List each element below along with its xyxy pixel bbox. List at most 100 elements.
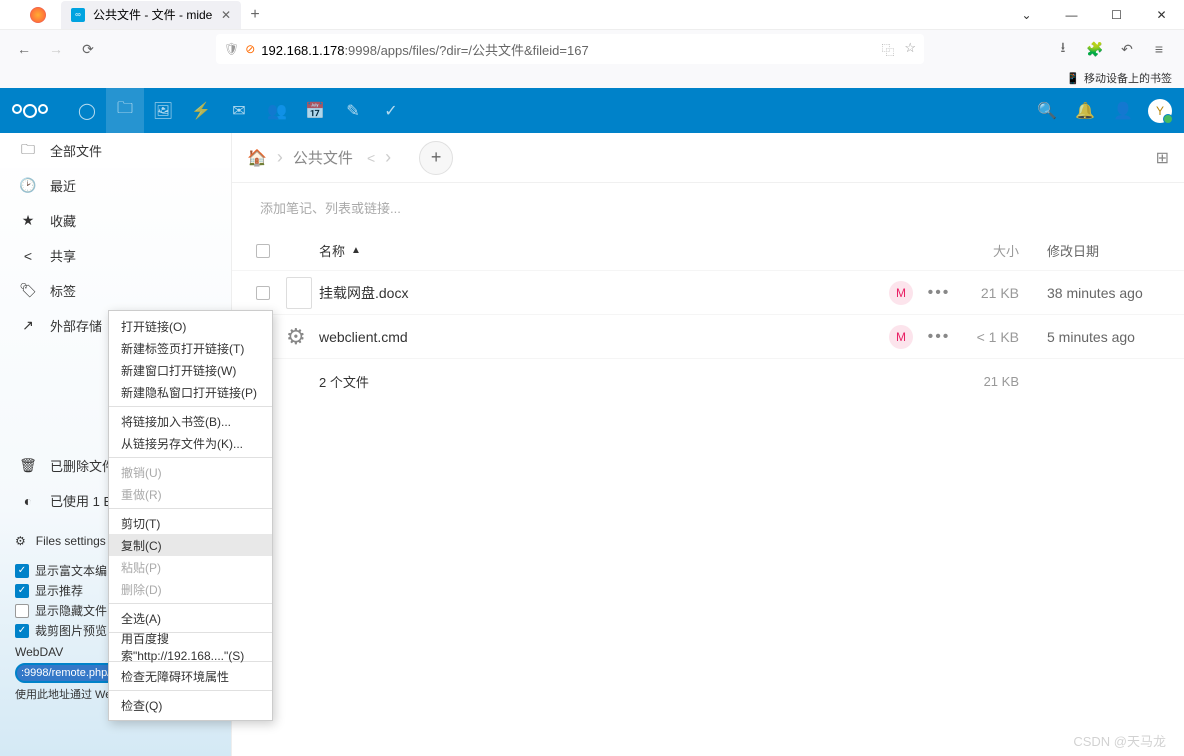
ctx-select-all[interactable]: 全选(A) <box>109 607 272 629</box>
more-actions-button[interactable]: ••• <box>919 328 959 346</box>
sidebar-item-recent[interactable]: 🕑 最近 <box>0 168 231 203</box>
ctx-cut[interactable]: 剪切(T) <box>109 512 272 534</box>
file-name[interactable]: 挂载网盘.docx <box>319 283 883 303</box>
separator <box>109 603 272 604</box>
library-icon[interactable]: ↶ <box>1112 35 1142 63</box>
ctx-open-link[interactable]: 打开链接(O) <box>109 315 272 337</box>
search-icon[interactable]: 🔍 <box>1028 88 1066 133</box>
app-files[interactable]: 🗀 <box>106 88 144 133</box>
sidebar-item-tags[interactable]: 🏷 标签 <box>0 273 231 308</box>
reload-button[interactable]: ⟳ <box>74 35 102 63</box>
select-all-checkbox[interactable] <box>247 244 279 258</box>
document-icon <box>286 277 312 309</box>
breadcrumb-current[interactable]: 公共文件 <box>293 147 353 168</box>
app-activity[interactable]: ⚡ <box>182 88 220 133</box>
app-nav: ◯ 🗀 🖼 ⚡ ✉ 👥 📅 ✎ ✓ <box>68 88 410 133</box>
file-list-header: 名称 ▲ 大小 修改日期 <box>232 231 1184 271</box>
file-name[interactable]: webclient.cmd <box>319 329 883 345</box>
app-header: ◯ 🗀 🖼 ⚡ ✉ 👥 📅 ✎ ✓ 🔍 🔔 👤 Y <box>0 88 1184 133</box>
url-actions: ⿻ ☆ <box>881 40 916 59</box>
app-photos[interactable]: 🖼 <box>144 88 182 133</box>
file-content: 🏠 › 公共文件 < › + ⊞ 添加笔记、列表或链接... 名称 ▲ 大小 修… <box>232 133 1184 756</box>
checkbox-icon <box>15 604 29 618</box>
sidebar-item-shares[interactable]: < 共享 <box>0 238 231 273</box>
contacts-icon[interactable]: 👤 <box>1104 88 1142 133</box>
ctx-new-tab[interactable]: 新建标签页打开链接(T) <box>109 337 272 359</box>
file-date: 38 minutes ago <box>1029 285 1169 301</box>
file-row[interactable]: 挂载网盘.docx M ••• 21 KB 38 minutes ago <box>232 271 1184 315</box>
ctx-new-private[interactable]: 新建隐私窗口打开链接(P) <box>109 381 272 403</box>
browser-tab[interactable]: ∞ 公共文件 - 文件 - mide ✕ <box>61 1 241 29</box>
bookmark-star-icon[interactable]: ☆ <box>904 40 916 59</box>
share-avatar[interactable]: M <box>889 325 913 349</box>
app-contacts[interactable]: 👥 <box>258 88 296 133</box>
window-controls: ⌄ — ☐ ✕ <box>1004 0 1184 30</box>
bookmark-mobile[interactable]: 📱 移动设备上的书签 <box>1066 70 1172 86</box>
ctx-search[interactable]: 用百度搜索"http://192.168...."(S) <box>109 636 272 658</box>
share-icon[interactable]: < <box>367 150 375 166</box>
separator <box>109 690 272 691</box>
minimize-button[interactable]: — <box>1049 0 1094 30</box>
sidebar-item-favorites[interactable]: ★ 收藏 <box>0 203 231 238</box>
app-dashboard[interactable]: ◯ <box>68 88 106 133</box>
avatar[interactable]: Y <box>1148 99 1172 123</box>
share-icon: < <box>20 248 36 264</box>
file-size: 21 KB <box>959 285 1029 301</box>
home-icon[interactable]: 🏠 <box>247 148 267 168</box>
checkbox-icon: ✓ <box>15 564 29 578</box>
mobile-icon: 📱 <box>1066 72 1080 85</box>
url-text: 192.168.1.178:9998/apps/files/?dir=/公共文件… <box>261 40 588 59</box>
nextcloud-logo-icon[interactable] <box>12 104 48 118</box>
share-avatar[interactable]: M <box>889 281 913 305</box>
menu-icon[interactable]: ≡ <box>1144 35 1174 63</box>
sidebar-item-all-files[interactable]: 🗀 全部文件 <box>0 133 231 168</box>
chevron-right-icon: › <box>385 147 391 168</box>
grid-view-icon[interactable]: ⊞ <box>1156 148 1169 168</box>
ctx-a11y[interactable]: 检查无障碍环境属性 <box>109 665 272 687</box>
ctx-bookmark[interactable]: 将链接加入书签(B)... <box>109 410 272 432</box>
checkbox-icon: ✓ <box>15 584 29 598</box>
add-button[interactable]: + <box>419 141 453 175</box>
ctx-save-as[interactable]: 从链接另存文件为(K)... <box>109 432 272 454</box>
separator <box>109 406 272 407</box>
gear-icon: ⚙ <box>15 534 26 548</box>
download-icon[interactable]: ⭳ <box>1048 35 1078 63</box>
tab-title: 公共文件 - 文件 - mide <box>93 6 212 23</box>
sort-asc-icon: ▲ <box>351 245 361 256</box>
close-icon[interactable]: ✕ <box>221 8 231 22</box>
nextcloud-favicon-icon: ∞ <box>71 8 85 22</box>
context-menu: 打开链接(O) 新建标签页打开链接(T) 新建窗口打开链接(W) 新建隐私窗口打… <box>108 310 273 721</box>
translate-icon[interactable]: ⿻ <box>881 40 894 59</box>
chevron-down-icon[interactable]: ⌄ <box>1004 0 1049 30</box>
more-actions-button[interactable]: ••• <box>919 284 959 302</box>
notes-input[interactable]: 添加笔记、列表或链接... <box>232 183 1184 231</box>
browser-nav-bar: ← → ⟳ 🛡 ⊘ 192.168.1.178:9998/apps/files/… <box>0 30 1184 68</box>
row-checkbox[interactable] <box>247 286 279 300</box>
summary-count: 2 个文件 <box>319 372 883 391</box>
app-notes[interactable]: ✎ <box>334 88 372 133</box>
extension-icon[interactable]: 🧩 <box>1080 35 1110 63</box>
new-tab-button[interactable]: + <box>241 1 269 29</box>
ctx-inspect[interactable]: 检查(Q) <box>109 694 272 716</box>
header-right: 🔍 🔔 👤 Y <box>1028 88 1172 133</box>
notifications-icon[interactable]: 🔔 <box>1066 88 1104 133</box>
browser-tab-strip: ∞ 公共文件 - 文件 - mide ✕ + ⌄ — ☐ ✕ <box>0 0 1184 30</box>
file-date: 5 minutes ago <box>1029 329 1169 345</box>
url-bar[interactable]: 🛡 ⊘ 192.168.1.178:9998/apps/files/?dir=/… <box>216 34 924 64</box>
file-row[interactable]: ⚙ webclient.cmd M ••• < 1 KB 5 minutes a… <box>232 315 1184 359</box>
ctx-new-window[interactable]: 新建窗口打开链接(W) <box>109 359 272 381</box>
close-button[interactable]: ✕ <box>1139 0 1184 30</box>
maximize-button[interactable]: ☐ <box>1094 0 1139 30</box>
ctx-copy[interactable]: 复制(C) <box>109 534 272 556</box>
header-size[interactable]: 大小 <box>959 241 1029 260</box>
tag-icon: 🏷 <box>20 282 36 299</box>
ctx-delete: 删除(D) <box>109 578 272 600</box>
app-mail[interactable]: ✉ <box>220 88 258 133</box>
back-button[interactable]: ← <box>10 35 38 63</box>
header-name[interactable]: 名称 ▲ <box>319 241 883 260</box>
app-calendar[interactable]: 📅 <box>296 88 334 133</box>
app-tasks[interactable]: ✓ <box>372 88 410 133</box>
header-date[interactable]: 修改日期 <box>1029 241 1169 260</box>
checkbox-icon: ✓ <box>15 624 29 638</box>
forward-button[interactable]: → <box>42 35 70 63</box>
